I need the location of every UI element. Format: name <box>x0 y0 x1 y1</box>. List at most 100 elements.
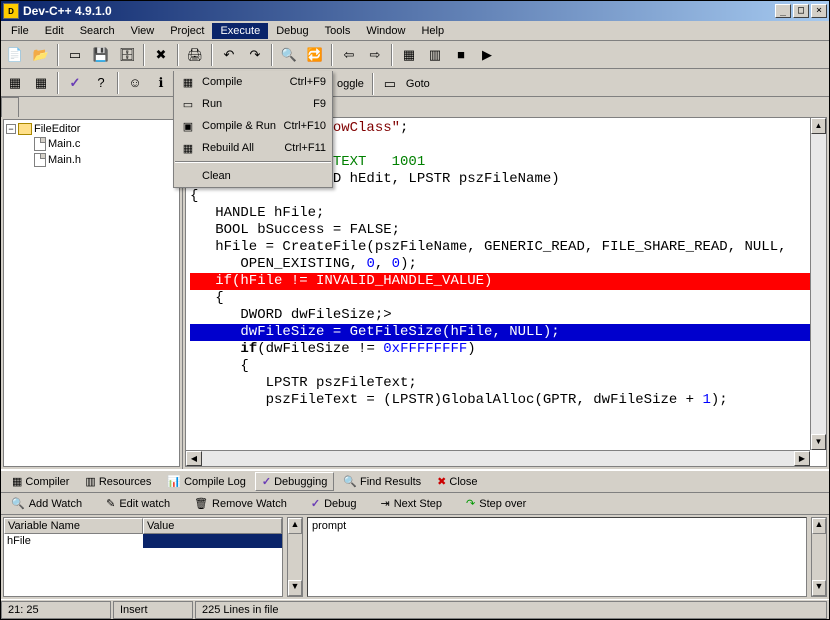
scroll-right-icon[interactable]: ▶ <box>794 451 810 466</box>
tab-compiler[interactable]: ▦Compiler <box>5 472 76 491</box>
editor-hscrollbar[interactable]: ◀ ▶ <box>186 450 810 466</box>
scroll-left-icon[interactable]: ◀ <box>186 451 202 466</box>
scroll-down-icon[interactable]: ▼ <box>812 580 826 596</box>
log-icon: 📊 <box>167 475 181 488</box>
open-icon[interactable]: 📂 <box>29 44 53 66</box>
tool-icon[interactable]: ▥ <box>423 44 447 66</box>
code-line: OPEN_EXISTING, 0, 0); <box>190 256 822 273</box>
menu-debug[interactable]: Debug <box>268 23 316 39</box>
close-doc-icon[interactable]: ✖ <box>149 44 173 66</box>
save-icon[interactable]: 💾 <box>89 44 113 66</box>
toggle-label-partial[interactable]: oggle <box>335 78 368 90</box>
prompt-box[interactable]: prompt <box>307 517 807 597</box>
menu-tools[interactable]: Tools <box>317 23 359 39</box>
tab-compile-log[interactable]: 📊Compile Log <box>160 472 252 491</box>
step-over-icon: ↷ <box>466 497 475 510</box>
find-icon[interactable]: 🔍 <box>277 44 301 66</box>
menu-item-compile[interactable]: ▦ Compile Ctrl+F9 <box>174 71 332 93</box>
menu-project[interactable]: Project <box>162 23 212 39</box>
run2-icon[interactable]: ▦ <box>397 44 421 66</box>
scroll-down-icon[interactable]: ▼ <box>811 434 826 450</box>
sidebar-tab[interactable] <box>1 97 19 117</box>
goto-icon[interactable]: ▭ <box>378 73 402 95</box>
help-icon[interactable]: ? <box>89 72 113 94</box>
menu-execute[interactable]: Execute <box>212 23 268 39</box>
tree-file[interactable]: Main.c <box>6 136 177 152</box>
tool-label: Next Step <box>394 498 442 510</box>
grid2-icon[interactable]: ▦ <box>29 72 53 94</box>
watch-row[interactable]: hFile <box>4 534 282 548</box>
check-icon[interactable]: ✓ <box>63 72 87 94</box>
menu-item-rebuild[interactable]: ▦ Rebuild All Ctrl+F11 <box>174 137 332 159</box>
tab-find-results[interactable]: 🔍Find Results <box>336 472 428 491</box>
app-icon: D <box>3 3 19 19</box>
goto-label[interactable]: Goto <box>404 78 434 90</box>
new-icon[interactable]: 📄 <box>3 44 27 66</box>
menu-item-run[interactable]: ▭ Run F9 <box>174 93 332 115</box>
menu-help[interactable]: Help <box>413 23 452 39</box>
separator <box>372 73 374 95</box>
watch-table[interactable]: Variable Name Value hFile <box>3 517 283 597</box>
file-icon <box>34 137 46 151</box>
maximize-button[interactable]: □ <box>793 4 809 18</box>
redo-icon[interactable]: ↷ <box>243 44 267 66</box>
replace-icon[interactable]: 🔁 <box>303 44 327 66</box>
menu-window[interactable]: Window <box>358 23 413 39</box>
window-title: Dev-C++ 4.9.1.0 <box>23 4 775 18</box>
tab-debugging[interactable]: ✓Debugging <box>255 472 334 491</box>
separator <box>57 44 59 66</box>
prompt-scrollbar[interactable]: ▲ ▼ <box>811 517 827 597</box>
face-icon[interactable]: ☺ <box>123 72 147 94</box>
statusbar: 21: 25 Insert 225 Lines in file <box>1 599 829 619</box>
close-button[interactable]: × <box>811 4 827 18</box>
tree-file-label: Main.h <box>48 154 81 166</box>
execute-dropdown: ▦ Compile Ctrl+F9 ▭ Run F9 ▣ Compile & R… <box>173 71 333 188</box>
status-lines: 225 Lines in file <box>195 601 827 619</box>
step-over-button[interactable]: ↷Step over <box>460 495 532 512</box>
stop-icon[interactable]: ■ <box>449 44 473 66</box>
scroll-up-icon[interactable]: ▲ <box>811 118 826 134</box>
tab-resources[interactable]: ▥Resources <box>78 472 158 491</box>
scroll-up-icon[interactable]: ▲ <box>288 518 302 534</box>
project-tree[interactable]: − FileEditor Main.c Main.h <box>3 119 180 467</box>
tree-root[interactable]: − FileEditor <box>6 122 177 136</box>
tree-file[interactable]: Main.h <box>6 152 177 168</box>
back-icon[interactable]: ⇦ <box>337 44 361 66</box>
tab-label: Close <box>449 476 477 488</box>
watch-header-value[interactable]: Value <box>143 518 282 534</box>
menu-label: Compile & Run <box>202 120 278 132</box>
tree-root-label: FileEditor <box>34 123 80 135</box>
watch-header-name[interactable]: Variable Name <box>4 518 143 534</box>
tab-label: Compile Log <box>184 476 246 488</box>
watch-scrollbar[interactable]: ▲ ▼ <box>287 517 303 597</box>
minimize-button[interactable]: _ <box>775 4 791 18</box>
next-step-button[interactable]: ⇥Next Step <box>374 495 448 512</box>
tool-label: Add Watch <box>29 498 82 510</box>
remove-watch-button[interactable]: 🗑Remove Watch <box>188 495 293 512</box>
menu-search[interactable]: Search <box>72 23 123 39</box>
doc-icon[interactable]: ▭ <box>63 44 87 66</box>
undo-icon[interactable]: ↶ <box>217 44 241 66</box>
print-icon[interactable]: 🖨 <box>183 44 207 66</box>
scroll-up-icon[interactable]: ▲ <box>812 518 826 534</box>
play-icon[interactable]: ▶ <box>475 44 499 66</box>
tab-close[interactable]: ✖Close <box>430 472 484 491</box>
menu-view[interactable]: View <box>123 23 163 39</box>
menu-file[interactable]: File <box>3 23 37 39</box>
editor-vscrollbar[interactable]: ▲ ▼ <box>810 118 826 450</box>
grid1-icon[interactable]: ▦ <box>3 72 27 94</box>
compile-run-icon: ▣ <box>180 118 196 134</box>
menu-item-clean[interactable]: Clean <box>174 165 332 187</box>
saveall-icon[interactable]: 🗄 <box>115 44 139 66</box>
debug-button[interactable]: ✓Debug <box>305 495 363 512</box>
tab-label: Debugging <box>274 476 327 488</box>
forward-icon[interactable]: ⇨ <box>363 44 387 66</box>
info-icon[interactable]: ℹ <box>149 72 173 94</box>
menu-item-compile-run[interactable]: ▣ Compile & Run Ctrl+F10 <box>174 115 332 137</box>
file-icon <box>34 153 46 167</box>
collapse-icon[interactable]: − <box>6 124 16 134</box>
scroll-down-icon[interactable]: ▼ <box>288 580 302 596</box>
menu-edit[interactable]: Edit <box>37 23 72 39</box>
edit-watch-button[interactable]: ✎Edit watch <box>100 495 176 512</box>
add-watch-button[interactable]: 🔍Add Watch <box>5 495 88 512</box>
